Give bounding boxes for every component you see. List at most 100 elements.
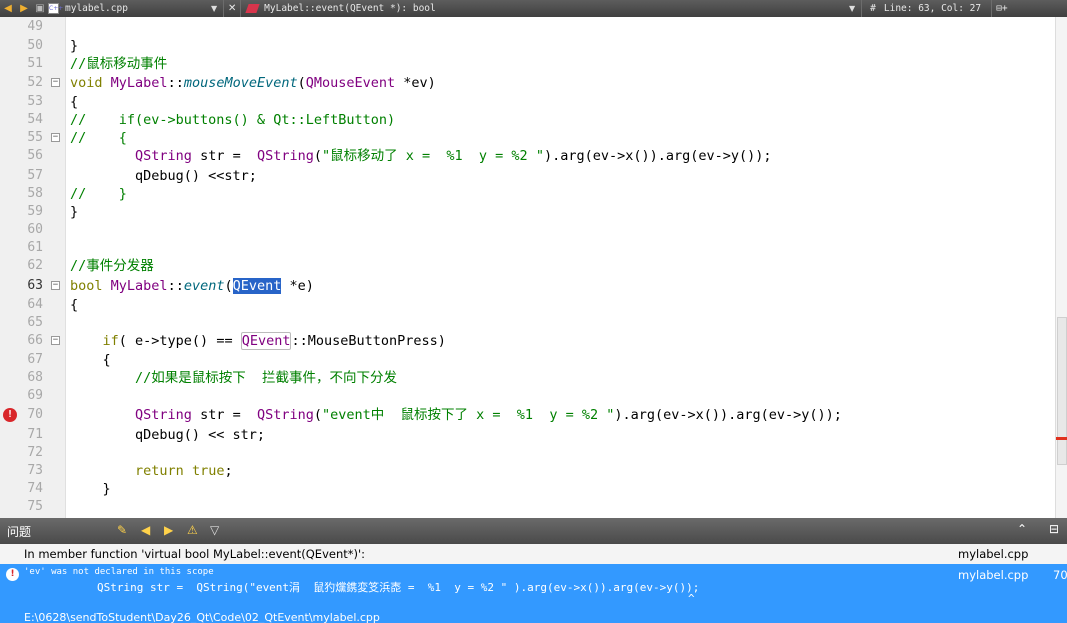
function-dropdown-icon[interactable]: ▼ [849, 4, 855, 13]
issue-error-path: E:\0628\sendToStudent\Day26_Qt\Code\02_Q… [24, 611, 380, 623]
code-text: } [70, 204, 79, 220]
forward-arrow-icon[interactable]: ▶ [16, 0, 32, 17]
line-number: 54 [27, 112, 43, 127]
function-icon [245, 4, 260, 13]
code-line: 74 } [0, 480, 1055, 498]
code-comment: // if(ev->buttons() & Qt::LeftButton) [70, 112, 396, 128]
code-line: 53 { [0, 93, 1055, 111]
code-line: 68 //如果是鼠标按下 拦截事件，不向下分发 [0, 369, 1055, 387]
line-number: 61 [27, 240, 43, 255]
code-line: 52 − void MyLabel::mouseMoveEvent(QMouse… [0, 74, 1055, 92]
issue-context-row[interactable]: In member function 'virtual bool MyLabel… [0, 544, 1067, 564]
code-line: 61 [0, 239, 1055, 257]
issue-error-row[interactable]: ! 'ev' was not declared in this scope QS… [0, 564, 1067, 623]
open-file-name[interactable]: mylabel.cpp [65, 3, 205, 14]
next-issue-icon[interactable]: ▶ [164, 522, 173, 538]
cursor-position[interactable]: Line: 63, Col: 27 [884, 3, 981, 14]
code-line: 59 } [0, 203, 1055, 221]
line-number: 71 [27, 427, 43, 442]
code-text: } [70, 38, 79, 54]
previous-issue-icon[interactable]: ◀ [141, 522, 150, 538]
line-number: 74 [27, 481, 43, 496]
close-icon[interactable]: ✕ [224, 0, 240, 17]
code-text: { [70, 297, 79, 313]
code-text: qDebug() <<str; [70, 168, 257, 184]
code-line: 57 qDebug() <<str; [0, 167, 1055, 185]
code-line: 50 } [0, 37, 1055, 55]
code-line: 73 return true; [0, 462, 1055, 480]
code-text: if( e->type() == QEvent::MouseButtonPres… [102, 332, 446, 350]
file-dropdown-icon[interactable]: ▼ [211, 4, 217, 13]
selected-text: QEvent [232, 278, 282, 294]
maximize-panel-icon[interactable]: ⌃ [1017, 522, 1027, 536]
lock-icon[interactable]: ▣ [32, 0, 48, 17]
filter-icon[interactable]: ▽ [210, 522, 219, 538]
issue-error-message: 'ev' was not declared in this scope [24, 567, 214, 577]
code-line: 66 − if( e->type() == QEvent::MouseButto… [0, 332, 1055, 350]
close-panel-icon[interactable]: ⊟ [1049, 522, 1059, 536]
code-comment: // } [70, 186, 127, 202]
line-number: 65 [27, 315, 43, 330]
issues-panel-header: 问题 ✎ ◀ ▶ ⚠ ▽ ⌃ ⊟ [0, 518, 1067, 544]
line-number: 70 [27, 407, 43, 422]
issues-list[interactable]: In member function 'virtual bool MyLabel… [0, 544, 1067, 623]
issue-error-caret: ^ [688, 592, 695, 605]
cpp-file-icon: C++ [48, 3, 64, 14]
code-line: 60 [0, 221, 1055, 239]
code-text: return true; [135, 463, 233, 479]
line-number: 55 [27, 130, 43, 145]
code-line: 58 // } [0, 185, 1055, 203]
split-editor-icon[interactable]: ⊟+ [996, 3, 1007, 14]
code-editor[interactable]: 49 50 } 51 //鼠标移动事件 52 − void MyLabel::m… [0, 17, 1067, 518]
code-text: void MyLabel::mouseMoveEvent(QMouseEvent… [70, 75, 436, 91]
vertical-scrollbar[interactable] [1055, 17, 1067, 518]
code-line: 65 [0, 314, 1055, 332]
line-number: 62 [27, 258, 43, 273]
code-comment: //如果是鼠标按下 拦截事件，不向下分发 [70, 370, 398, 386]
line-number: 49 [27, 19, 43, 34]
line-number: 53 [27, 94, 43, 109]
code-comment: // { [70, 130, 127, 146]
back-arrow-icon[interactable]: ◀ [0, 0, 16, 17]
code-text: { [70, 352, 111, 368]
line-number: 64 [27, 297, 43, 312]
line-number: 57 [27, 168, 43, 183]
code-line: 56 QString str = QString("鼠标移动了 x = %1 y… [0, 147, 1055, 165]
line-number: 67 [27, 352, 43, 367]
code-line: 51 //鼠标移动事件 [0, 55, 1055, 73]
fold-toggle-icon[interactable]: − [51, 78, 60, 87]
issue-context-file: mylabel.cpp [958, 547, 1029, 561]
issues-panel-title: 问题 [7, 525, 32, 539]
line-number: 58 [27, 186, 43, 201]
current-function[interactable]: MyLabel::event(QEvent *): bool [264, 3, 849, 14]
code-line: 49 [0, 18, 1055, 36]
line-number: 50 [27, 38, 43, 53]
code-text: { [70, 94, 79, 110]
warning-filter-icon[interactable]: ⚠ [187, 522, 198, 538]
code-line: 72 [0, 444, 1055, 462]
scrollbar-thumb[interactable] [1057, 317, 1067, 465]
issue-context-message: In member function 'virtual bool MyLabel… [24, 547, 366, 561]
line-number: 73 [27, 463, 43, 478]
fold-toggle-icon[interactable]: − [51, 133, 60, 142]
code-line-error: ! 70 QString str = QString("event中 鼠标按下了… [0, 406, 1055, 424]
code-line: 62 //事件分发器 [0, 257, 1055, 275]
line-number: 63 [27, 278, 43, 293]
code-text: QString str = QString("鼠标移动了 x = %1 y = … [135, 148, 772, 164]
panel-window-controls: ⌃ ⊟ [1017, 522, 1059, 536]
code-text: bool MyLabel::event(QEvent *e) [70, 278, 314, 294]
code-comment: //事件分发器 [70, 258, 154, 274]
error-scroll-marker [1056, 437, 1067, 440]
fold-toggle-icon[interactable]: − [51, 281, 60, 290]
code-text: qDebug() << str; [70, 427, 266, 443]
code-line: 55 − // { [0, 129, 1055, 147]
code-line: 64 { [0, 296, 1055, 314]
editor-toolbar: ◀ ▶ ▣ C++ mylabel.cpp ▼ ✕ MyLabel::event… [0, 0, 1067, 17]
line-number: 51 [27, 56, 43, 71]
issue-error-line: 70 [1053, 568, 1067, 582]
code-line: 67 { [0, 351, 1055, 369]
build-issues-filter-icon[interactable]: ✎ [117, 522, 127, 538]
fold-toggle-icon[interactable]: − [51, 336, 60, 345]
line-number: 75 [27, 499, 43, 514]
code-comment: //鼠标移动事件 [70, 56, 168, 72]
